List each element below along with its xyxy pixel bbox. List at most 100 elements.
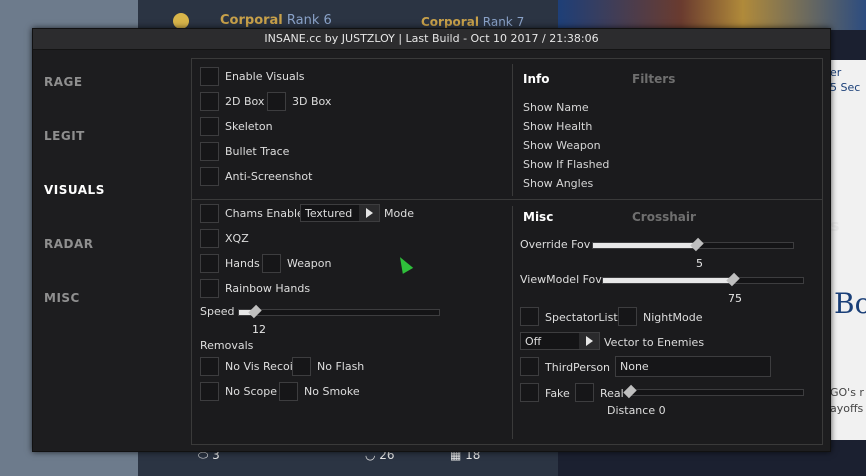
speed-slider[interactable] (238, 304, 440, 319)
fake-label: Fake (545, 387, 570, 400)
real-checkbox[interactable] (575, 383, 594, 402)
bg-text-er: er (830, 66, 842, 79)
window-title[interactable]: INSANE.cc by JUSTZLOY | Last Build - Oct… (33, 29, 830, 50)
box-3d-checkbox[interactable] (267, 92, 286, 111)
anti-screenshot-label: Anti-Screenshot (225, 170, 313, 183)
no-smoke-label: No Smoke (304, 385, 360, 398)
bullet-trace-label: Bullet Trace (225, 145, 290, 158)
sidebar-item-misc[interactable]: MISC (44, 291, 80, 305)
box-2d-checkbox[interactable] (200, 92, 219, 111)
chams-enable-checkbox[interactable] (200, 204, 219, 223)
hands-label: Hands (225, 257, 260, 270)
chams-mode-value: Textured (305, 207, 353, 220)
info-show-name[interactable]: Show Name (523, 101, 589, 114)
sidebar: RAGE LEGIT VISUALS RADAR MISC (33, 49, 191, 451)
sidebar-item-radar[interactable]: RADAR (44, 237, 94, 251)
tab-info[interactable]: Info (523, 72, 549, 86)
tab-filters[interactable]: Filters (632, 72, 675, 86)
no-smoke-checkbox[interactable] (279, 382, 298, 401)
sidebar-item-legit[interactable]: LEGIT (44, 129, 85, 143)
rank-left: Corporal Rank 6 (220, 13, 332, 28)
distance-slider[interactable] (623, 384, 804, 399)
box-2d-label: 2D Box (225, 95, 265, 108)
viewmodel-fov-value: 75 (728, 292, 742, 305)
rank-right-number: Rank 7 (482, 15, 525, 29)
distance-slider-knob[interactable] (623, 384, 637, 399)
speed-slider-knob[interactable] (248, 304, 262, 319)
section-divider-top (512, 64, 513, 196)
enable-visuals-checkbox[interactable] (200, 67, 219, 86)
override-fov-label: Override Fov (520, 238, 591, 251)
dropdown-arrow-icon (359, 205, 379, 221)
bg-text-s: s (830, 216, 840, 235)
fake-checkbox[interactable] (520, 383, 539, 402)
spectator-list-label: SpectatorList (545, 311, 618, 324)
enable-visuals-label: Enable Visuals (225, 70, 305, 83)
speed-value: 12 (252, 323, 266, 336)
third-person-label: ThirdPerson (545, 361, 611, 374)
override-fov-value: 5 (696, 257, 703, 270)
skeleton-checkbox[interactable] (200, 117, 219, 136)
tab-crosshair[interactable]: Crosshair (632, 210, 696, 224)
bg-heading: Bo (834, 287, 866, 320)
chams-mode-label: Mode (384, 207, 414, 220)
cheat-menu-window: INSANE.cc by JUSTZLOY | Last Build - Oct… (32, 28, 831, 452)
night-mode-checkbox[interactable] (618, 307, 637, 326)
viewmodel-fov-slider-knob[interactable] (726, 272, 740, 287)
override-fov-slider-fill (593, 243, 697, 248)
xqz-checkbox[interactable] (200, 229, 219, 248)
third-person-checkbox[interactable] (520, 357, 539, 376)
spectator-list-checkbox[interactable] (520, 307, 539, 326)
no-vis-recoil-checkbox[interactable] (200, 357, 219, 376)
info-show-weapon[interactable]: Show Weapon (523, 139, 601, 152)
no-scope-checkbox[interactable] (200, 382, 219, 401)
bg-text-sec: 5 Sec (830, 81, 861, 94)
skeleton-label: Skeleton (225, 120, 273, 133)
no-vis-recoil-label: No Vis Recoil (225, 360, 296, 373)
anti-screenshot-checkbox[interactable] (200, 167, 219, 186)
removals-label: Removals (200, 339, 254, 352)
night-mode-label: NightMode (643, 311, 703, 324)
dropdown-arrow-icon (579, 333, 599, 349)
info-show-if-flashed[interactable]: Show If Flashed (523, 158, 609, 171)
viewmodel-fov-label: ViewModel Fov (520, 273, 602, 286)
xqz-label: XQZ (225, 232, 249, 245)
section-divider-bottom (512, 206, 513, 439)
content-panel: Enable Visuals 2D Box 3D Box Skeleton Bu… (191, 58, 823, 445)
no-flash-label: No Flash (317, 360, 365, 373)
weapon-checkbox[interactable] (262, 254, 281, 273)
real-label: Real (600, 387, 624, 400)
rank-right-name: Corporal (421, 15, 479, 29)
no-scope-label: No Scope (225, 385, 277, 398)
speed-label: Speed (200, 305, 235, 318)
rank-left-number: Rank 6 (286, 13, 332, 28)
background-banner (558, 0, 866, 30)
bg-text-gos: GO's r (830, 386, 864, 399)
rank-badge-icon (173, 13, 189, 29)
viewmodel-fov-slider[interactable] (602, 272, 804, 287)
override-fov-slider[interactable] (592, 237, 794, 252)
sidebar-item-rage[interactable]: RAGE (44, 75, 83, 89)
info-show-angles[interactable]: Show Angles (523, 177, 593, 190)
third-person-key-input[interactable]: None (615, 356, 771, 377)
tab-misc[interactable]: Misc (523, 210, 553, 224)
box-3d-label: 3D Box (292, 95, 332, 108)
weapon-label: Weapon (287, 257, 332, 270)
vector-enemies-dropdown[interactable]: Off (520, 332, 600, 350)
section-divider-horizontal (192, 199, 822, 200)
rainbow-hands-checkbox[interactable] (200, 279, 219, 298)
hands-checkbox[interactable] (200, 254, 219, 273)
info-show-health[interactable]: Show Health (523, 120, 592, 133)
sidebar-item-visuals[interactable]: VISUALS (44, 183, 105, 197)
vector-enemies-value: Off (525, 335, 542, 348)
chams-mode-dropdown[interactable]: Textured (300, 204, 380, 222)
viewmodel-fov-slider-fill (603, 278, 733, 283)
rank-right: Corporal Rank 7 (421, 15, 524, 29)
chams-enable-label: Chams Enable (225, 207, 304, 220)
rank-left-name: Corporal (220, 13, 283, 28)
no-flash-checkbox[interactable] (292, 357, 311, 376)
bg-text-payoffs: ayoffs (830, 402, 864, 415)
bullet-trace-checkbox[interactable] (200, 142, 219, 161)
vector-enemies-label: Vector to Enemies (604, 336, 705, 349)
override-fov-slider-knob[interactable] (690, 237, 704, 252)
